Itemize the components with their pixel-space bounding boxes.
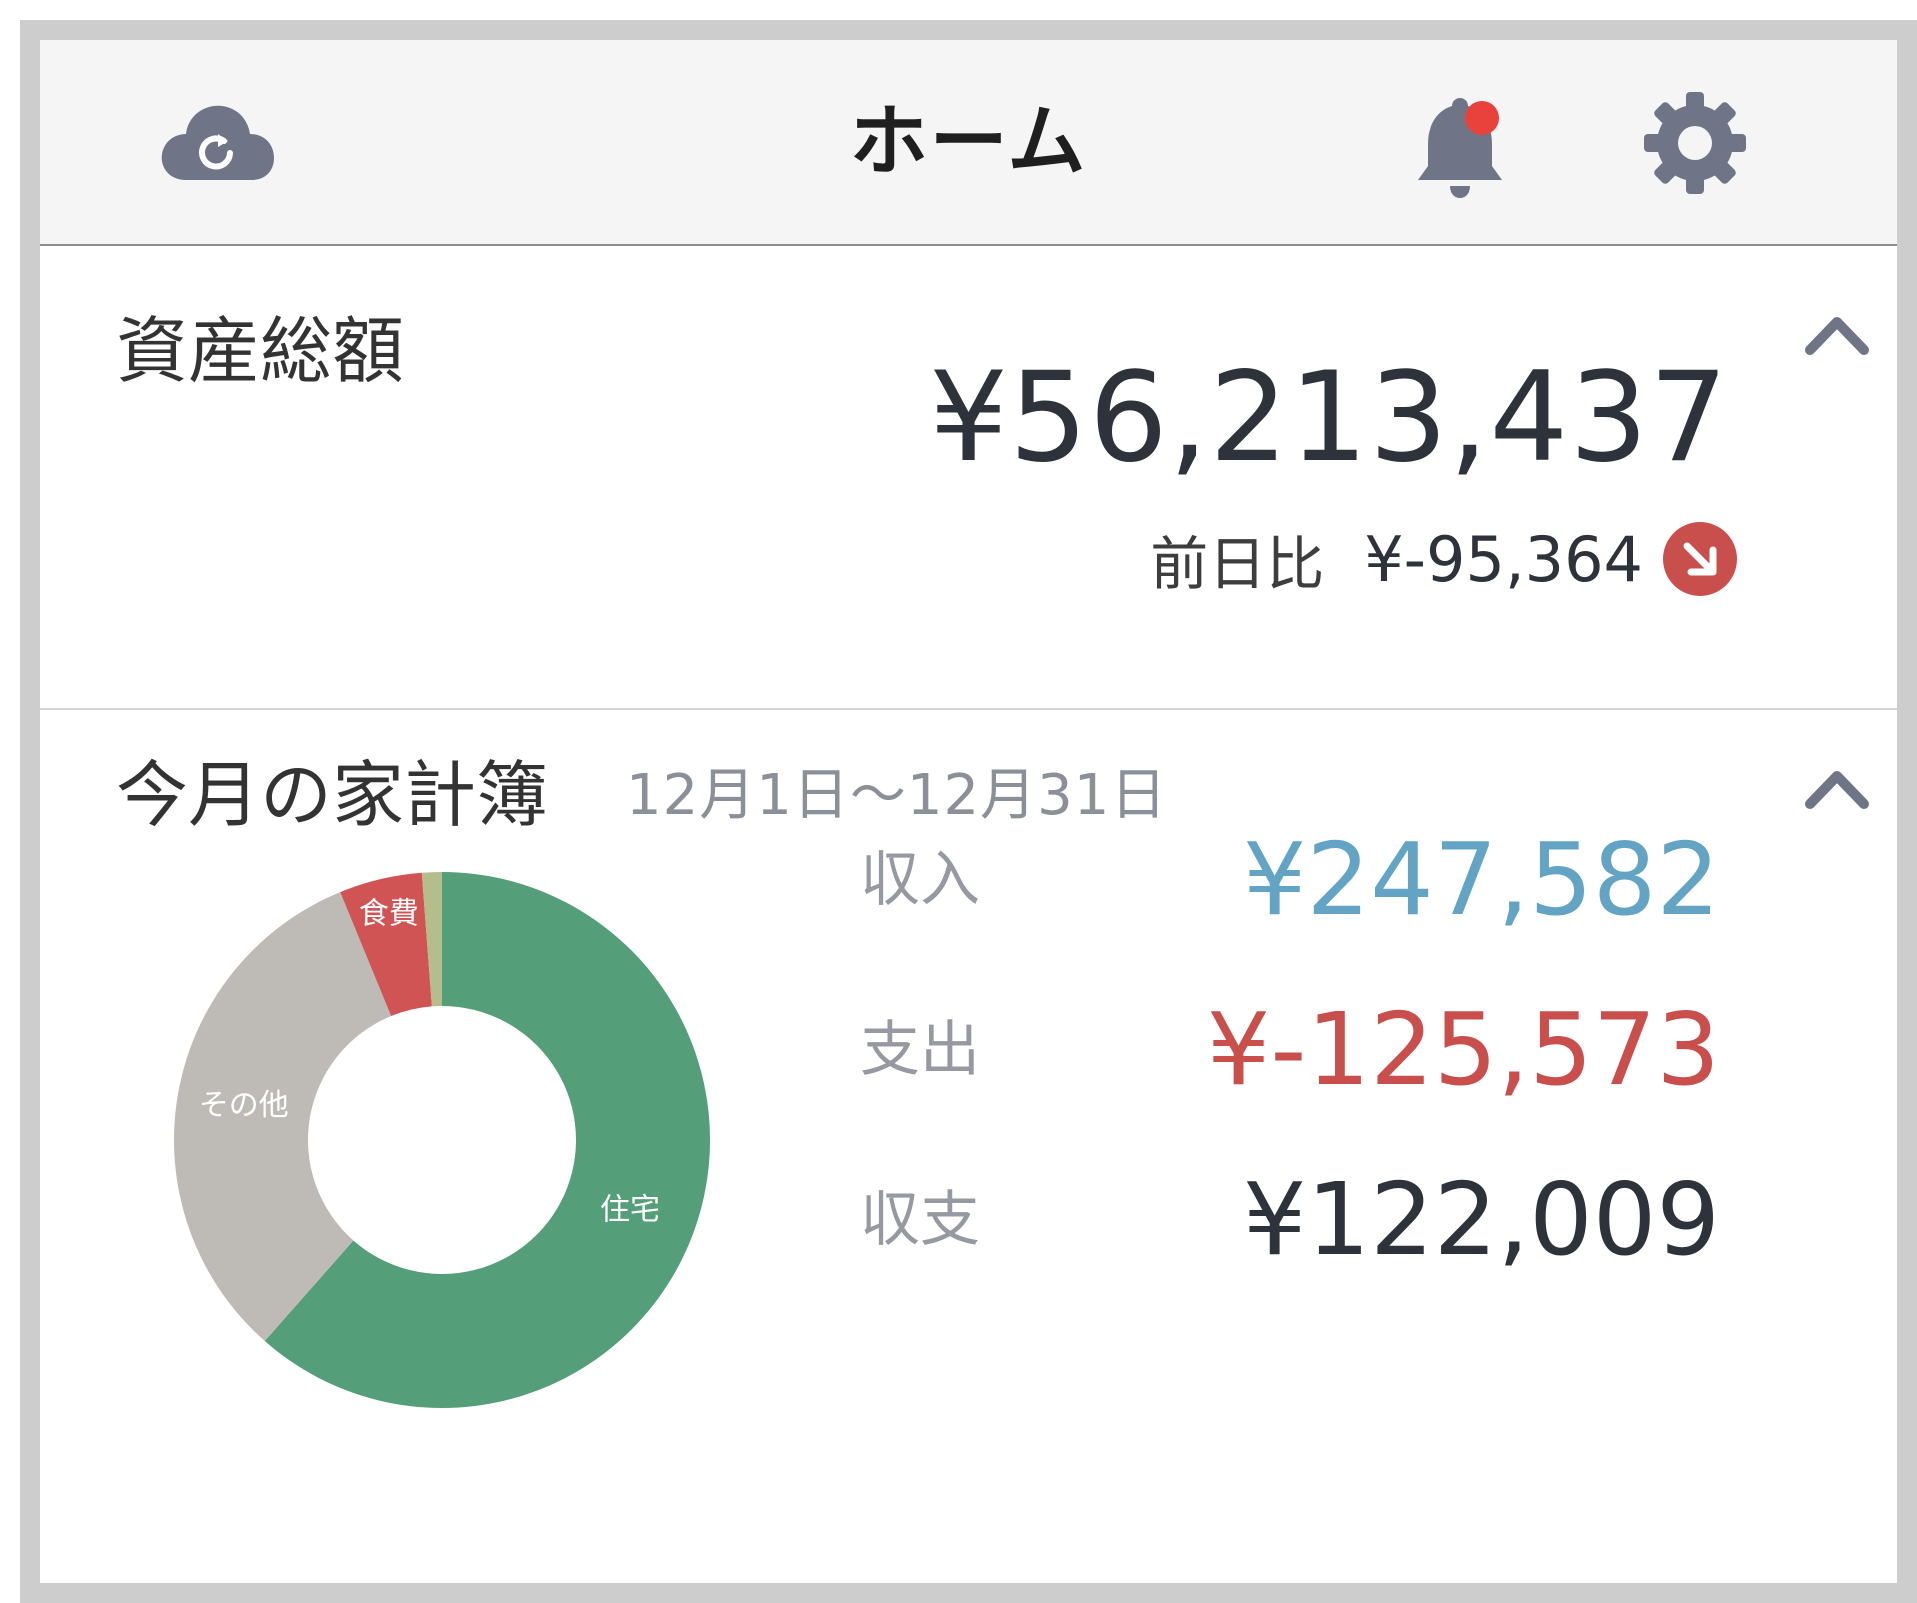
balance-value: ¥122,009 <box>1242 1161 1720 1278</box>
total-assets-value: ¥56,213,437 <box>929 346 1729 490</box>
settings-button[interactable] <box>1640 88 1750 198</box>
expense-row: 支出 ¥-125,573 <box>860 980 1720 1120</box>
expense-donut-chart[interactable]: 住宅 その他 食費 <box>162 860 722 1420</box>
balance-label: 収支 <box>860 1185 980 1255</box>
bell-icon <box>1418 98 1502 198</box>
cloud-sync-icon <box>161 105 274 180</box>
total-assets-section[interactable]: 資産総額 ¥56,213,437 前日比 ¥-95,364 <box>40 246 1897 710</box>
gear-icon <box>1644 92 1746 194</box>
income-value: ¥247,582 <box>1242 821 1720 938</box>
donut-slice-label: 食費 <box>359 897 419 932</box>
sync-button[interactable] <box>160 98 275 188</box>
daily-change-row: 前日比 ¥-95,364 <box>1150 514 1737 604</box>
app-frame: ホーム 資産総額 ¥56,213,437 前日比 ¥-95,364 今月の家計簿… <box>20 20 1917 1603</box>
income-label: 収入 <box>860 845 980 915</box>
trend-badge <box>1663 522 1737 596</box>
donut-slice-label: 住宅 <box>600 1193 660 1228</box>
notification-badge <box>1465 101 1499 135</box>
daily-change-value: ¥-95,364 <box>1364 522 1643 596</box>
arrow-down-right-icon <box>1683 542 1717 576</box>
notifications-button[interactable] <box>1412 92 1508 202</box>
income-row: 収入 ¥247,582 <box>860 810 1720 950</box>
expense-value: ¥-125,573 <box>1206 991 1720 1108</box>
expense-label: 支出 <box>860 1015 980 1085</box>
chevron-up-icon[interactable] <box>1802 766 1872 810</box>
monthly-budget-section[interactable]: 今月の家計簿 12月1日〜12月31日 住宅 その他 食費 収入 ¥247,582 … <box>40 710 1897 1583</box>
top-bar: ホーム <box>40 40 1897 246</box>
page-title: ホーム <box>849 97 1088 187</box>
monthly-budget-label: 今月の家計簿 <box>116 753 549 837</box>
balance-row: 収支 ¥122,009 <box>860 1150 1720 1290</box>
daily-change-label: 前日比 <box>1150 530 1325 598</box>
donut-slice-label: その他 <box>199 1088 289 1123</box>
chevron-up-icon[interactable] <box>1802 312 1872 356</box>
total-assets-label: 資産総額 <box>116 309 405 393</box>
